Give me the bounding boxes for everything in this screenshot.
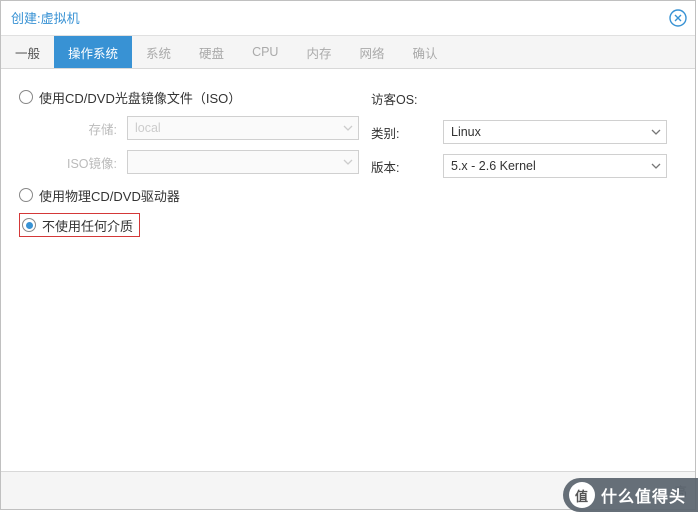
row-type: 类别: Linux (371, 117, 677, 147)
watermark-overlay: 值 什么值得头 (563, 478, 698, 512)
type-label: 类别: (371, 123, 443, 142)
tabs-bar: 一般 操作系统 系统 硬盘 CPU 内存 网络 确认 (1, 35, 695, 69)
title-bar: 创建: 虚拟机 (1, 1, 695, 35)
tab-network[interactable]: 网络 (345, 36, 398, 68)
isoimage-label: ISO镜像: (19, 153, 127, 172)
guestos-label: 访客OS: (371, 89, 443, 108)
version-label: 版本: (371, 157, 443, 176)
radio-physical-label: 使用物理CD/DVD驱动器 (39, 186, 180, 205)
tab-general[interactable]: 一般 (1, 36, 54, 68)
row-storage: 存储: local (19, 113, 359, 143)
highlight-box: 不使用任何介质 (19, 213, 140, 237)
tab-memory[interactable]: 内存 (292, 36, 345, 68)
radio-iso[interactable] (19, 90, 33, 104)
storage-select: local (127, 116, 359, 140)
chevron-down-icon (651, 161, 661, 171)
radio-none[interactable] (22, 218, 36, 232)
storage-label: 存储: (19, 119, 127, 138)
radio-row-physical: 使用物理CD/DVD驱动器 (19, 181, 359, 209)
content-area: 使用CD/DVD光盘镜像文件（ISO） 存储: local ISO镜像: 使用物… (1, 69, 695, 241)
tab-cpu[interactable]: CPU (238, 36, 292, 68)
storage-value: local (135, 121, 161, 135)
tab-os[interactable]: 操作系统 (54, 36, 132, 68)
version-select[interactable]: 5.x - 2.6 Kernel (443, 154, 667, 178)
tab-disk[interactable]: 硬盘 (185, 36, 238, 68)
close-icon[interactable] (669, 9, 687, 27)
radio-iso-label: 使用CD/DVD光盘镜像文件（ISO） (39, 88, 241, 107)
right-column: 访客OS: 类别: Linux 版本: 5.x - 2.6 Kernel (359, 83, 677, 241)
title-prefix: 创建: (11, 8, 41, 27)
tab-confirm[interactable]: 确认 (399, 36, 452, 68)
watermark-text: 什么值得头 (601, 483, 686, 507)
row-guestos: 访客OS: (371, 83, 677, 113)
isoimage-select (127, 150, 359, 174)
radio-row-iso: 使用CD/DVD光盘镜像文件（ISO） (19, 83, 359, 111)
chevron-down-icon (343, 123, 353, 133)
version-value: 5.x - 2.6 Kernel (451, 159, 536, 173)
tab-system[interactable]: 系统 (132, 36, 185, 68)
type-value: Linux (451, 125, 481, 139)
watermark-badge-icon: 值 (569, 482, 595, 508)
radio-physical[interactable] (19, 188, 33, 202)
title-subject: 虚拟机 (41, 8, 80, 27)
chevron-down-icon (343, 157, 353, 167)
radio-none-label: 不使用任何介质 (42, 216, 133, 235)
row-version: 版本: 5.x - 2.6 Kernel (371, 151, 677, 181)
chevron-down-icon (651, 127, 661, 137)
type-select[interactable]: Linux (443, 120, 667, 144)
row-isoimage: ISO镜像: (19, 147, 359, 177)
radio-row-none: 不使用任何介质 (19, 211, 359, 239)
left-column: 使用CD/DVD光盘镜像文件（ISO） 存储: local ISO镜像: 使用物… (19, 83, 359, 241)
